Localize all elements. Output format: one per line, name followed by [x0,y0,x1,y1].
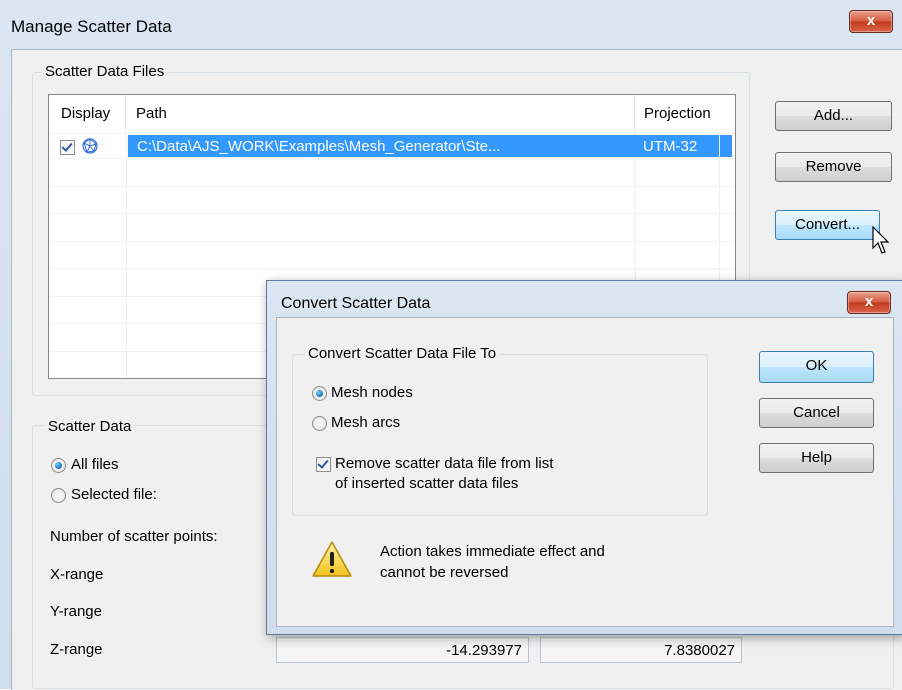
row-projection: UTM-32 [643,138,698,155]
scatter-data-files-label: Scatter Data Files [42,63,168,80]
x-range-label: X-range [50,566,104,583]
ok-button[interactable]: OK [759,351,874,383]
main-titlebar[interactable]: Manage Scatter Data x [0,0,902,50]
num-scatter-points-label: Number of scatter points: [50,528,218,545]
all-files-radio[interactable] [51,458,66,473]
dialog-title: Convert Scatter Data [281,295,431,312]
warning-text-line2: cannot be reversed [380,564,509,581]
mesh-arcs-label[interactable]: Mesh arcs [331,414,400,431]
mesh-arcs-radio[interactable] [312,416,327,431]
convert-scatter-data-dialog: Convert Scatter Data x Convert Scatter D… [266,280,902,635]
z-range-label: Z-range [50,641,103,658]
mesh-nodes-label[interactable]: Mesh nodes [331,384,413,401]
remove-file-label-line2[interactable]: of inserted scatter data files [335,475,518,492]
remove-button[interactable]: Remove [775,152,892,182]
dialog-close-button[interactable]: x [847,291,891,314]
remove-file-checkbox[interactable] [316,457,331,472]
scatter-data-label: Scatter Data [45,418,135,435]
help-button[interactable]: Help [759,443,874,473]
main-close-button[interactable]: x [849,10,893,33]
display-checkbox[interactable] [60,140,75,155]
add-button[interactable]: Add... [775,101,892,131]
warning-text-line1: Action takes immediate effect and [380,543,605,560]
cancel-button[interactable]: Cancel [759,398,874,428]
column-header-projection[interactable]: Projection [635,95,735,133]
convert-to-label: Convert Scatter Data File To [305,345,500,362]
remove-file-label-line1[interactable]: Remove scatter data file from list [335,455,553,472]
selected-file-radio[interactable] [51,488,66,503]
z-range-min-value: -14.293977 [276,637,529,663]
z-range-max-value: 7.8380027 [540,637,742,663]
dialog-client-area: Convert Scatter Data File To Mesh nodes … [276,317,894,627]
column-header-display[interactable]: Display [49,95,126,133]
close-icon: x [864,293,874,310]
selected-file-label[interactable]: Selected file: [71,486,157,503]
all-files-label[interactable]: All files [71,456,119,473]
scatter-network-icon [81,137,99,155]
column-header-path[interactable]: Path [126,95,635,133]
mouse-cursor-icon [872,225,892,256]
close-icon: x [866,12,876,29]
row-path: C:\Data\AJS_WORK\Examples\Mesh_Generator… [137,138,501,155]
mesh-nodes-radio[interactable] [312,386,327,401]
warning-icon [311,540,353,578]
window-title: Manage Scatter Data [11,17,172,36]
y-range-label: Y-range [50,603,102,620]
convert-button[interactable]: Convert... [775,210,880,240]
